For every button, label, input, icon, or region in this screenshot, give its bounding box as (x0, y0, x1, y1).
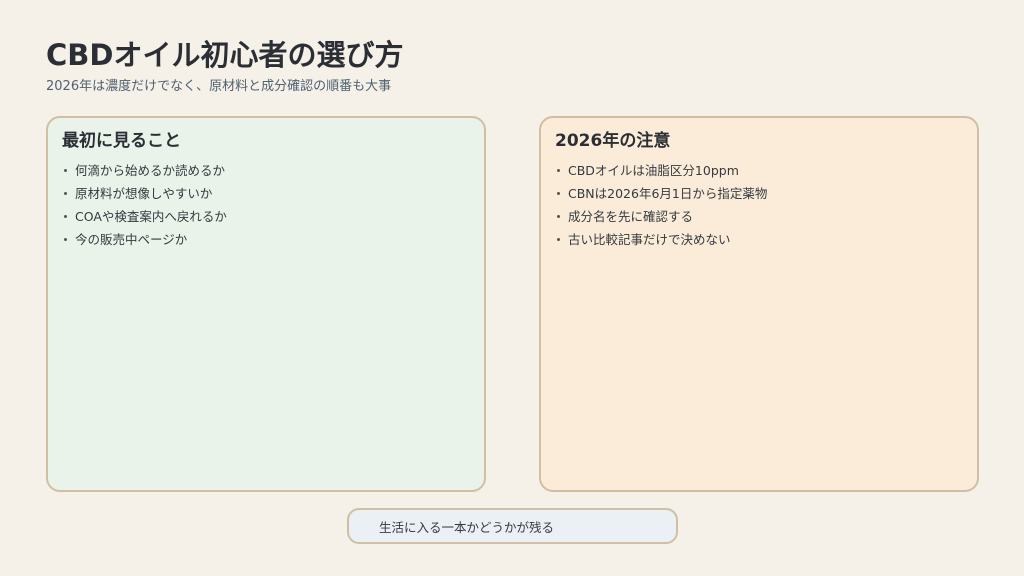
list-item-text: CBDオイルは油脂区分10ppm (568, 163, 739, 178)
list-item-text: 古い比較記事だけで決めない (568, 232, 731, 247)
bullet-icon (557, 192, 560, 195)
bullet-icon (64, 215, 67, 218)
bullet-icon (64, 192, 67, 195)
list-item: 古い比較記事だけで決めない (555, 228, 963, 251)
bullet-icon (557, 169, 560, 172)
page-title: CBDオイル初心者の選び方 (46, 38, 404, 72)
list-item: 原材料が想像しやすいか (62, 182, 470, 205)
list-item-text: 原材料が想像しやすいか (75, 186, 213, 201)
bullet-icon (557, 215, 560, 218)
list-item-text: CBNは2026年6月1日から指定薬物 (568, 186, 768, 201)
bullet-icon (557, 238, 560, 241)
list-item: 何滴から始めるか読めるか (62, 159, 470, 182)
list-item-text: COAや検査案内へ戻れるか (75, 209, 227, 224)
card-title: 2026年の注意 (555, 131, 671, 151)
slide: CBDオイル初心者の選び方 2026年は濃度だけでなく、原材料と成分確認の順番も… (0, 0, 1024, 576)
list-item: CBDオイルは油脂区分10ppm (555, 159, 963, 182)
page-subtitle: 2026年は濃度だけでなく、原材料と成分確認の順番も大事 (46, 79, 392, 94)
bullet-icon (64, 169, 67, 172)
footer-text: 生活に入る一本かどうかが残る (379, 519, 555, 535)
list-item: 成分名を先に確認する (555, 205, 963, 228)
list-item-text: 何滴から始めるか読めるか (75, 163, 226, 178)
card-first-check: 最初に見ること 何滴から始めるか読めるか 原材料が想像しやすいか COAや検査案… (46, 116, 486, 492)
list-item: COAや検査案内へ戻れるか (62, 205, 470, 228)
list-item-text: 成分名を先に確認する (568, 209, 694, 224)
card-2026-caution: 2026年の注意 CBDオイルは油脂区分10ppm CBNは2026年6月1日か… (539, 116, 979, 492)
list-item: CBNは2026年6月1日から指定薬物 (555, 182, 963, 205)
card-list: 何滴から始めるか読めるか 原材料が想像しやすいか COAや検査案内へ戻れるか 今… (62, 159, 470, 251)
list-item: 今の販売中ページか (62, 228, 470, 251)
footer-note: 生活に入る一本かどうかが残る (347, 508, 678, 544)
list-item-text: 今の販売中ページか (75, 232, 188, 247)
card-title: 最初に見ること (62, 131, 181, 151)
card-list: CBDオイルは油脂区分10ppm CBNは2026年6月1日から指定薬物 成分名… (555, 159, 963, 251)
bullet-icon (64, 238, 67, 241)
